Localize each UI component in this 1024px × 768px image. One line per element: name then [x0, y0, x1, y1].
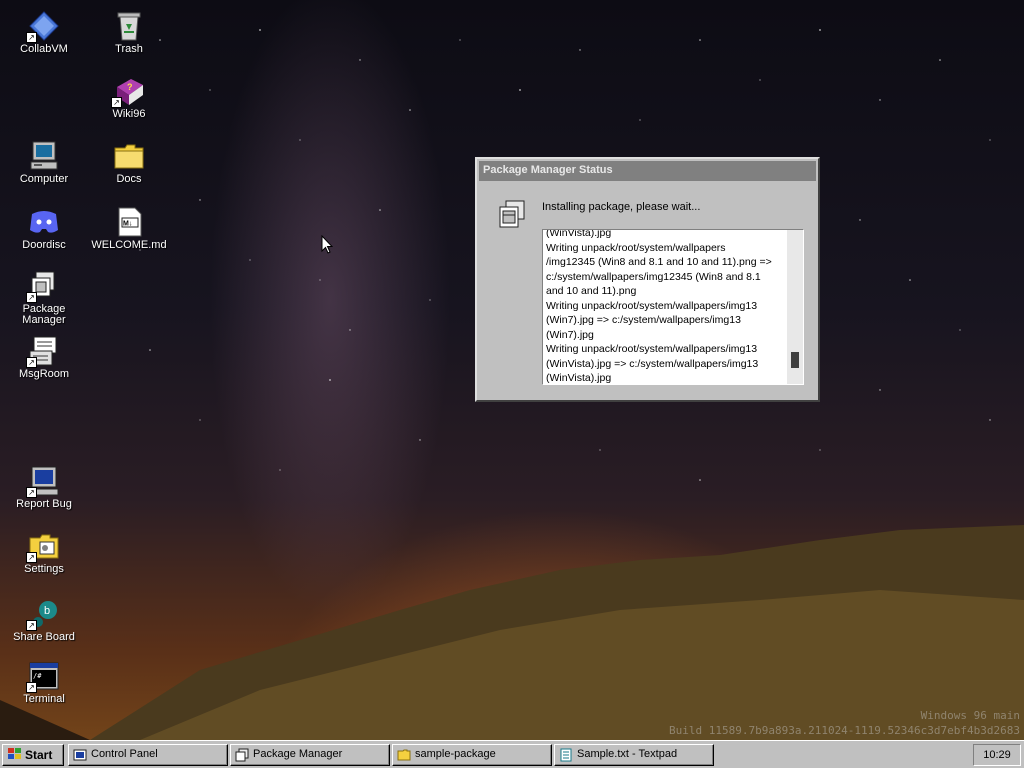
taskbar-item-label: Package Manager [253, 748, 343, 760]
log-line: (Win7).jpg => c:/system/wallpapers/img13 [546, 314, 741, 326]
desktop-icon-label: Computer [19, 173, 69, 185]
folder-icon [397, 748, 411, 762]
start-label: Start [25, 748, 53, 762]
window-titlebar[interactable]: Package Manager Status [479, 161, 816, 181]
desktop-icon-label: Settings [24, 563, 64, 575]
svg-text:b: b [44, 605, 50, 617]
desktop-icon-label: Terminal [23, 693, 65, 705]
report-bug-icon: ↗ [26, 465, 60, 498]
desktop-icon-label: MsgRoom [18, 368, 70, 380]
package-manager-icon: ↗ [26, 270, 60, 303]
scroll-thumb[interactable] [791, 352, 799, 368]
desktop-icon-wiki96[interactable]: ? ↗ Wiki96 [87, 75, 171, 120]
desktop-icon-doordisc[interactable]: Doordisc [2, 206, 86, 251]
desktop-icon-terminal[interactable]: /# ↗ Terminal [2, 660, 86, 705]
log-line: (WinVista).jpg => c:/system/wallpapers/i… [546, 357, 759, 370]
svg-text:?: ? [127, 82, 133, 92]
log-line: /img12345 (Win8 and 8.1 and 10 and 11).p… [546, 256, 772, 268]
system-tray-clock[interactable]: 10:29 [973, 744, 1021, 766]
package-icon [235, 748, 249, 762]
desktop-icon-label: Package Manager [22, 303, 66, 326]
package-manager-status-window[interactable]: Package Manager Status Installing packag… [475, 157, 820, 402]
window-title: Package Manager Status [483, 164, 613, 176]
log-line: and 10 and 11).png [546, 285, 637, 297]
mouse-cursor-icon [321, 235, 333, 254]
desktop-icon-package-manager[interactable]: ↗ Package Manager [2, 270, 86, 326]
computer-icon [28, 140, 60, 172]
settings-folder-icon: ↗ [26, 530, 60, 563]
taskbar-item-label: sample-package [415, 748, 496, 760]
package-icon [497, 199, 527, 231]
log-line: c:/system/wallpapers/img12345 (Win8 and … [546, 270, 761, 283]
clock-time: 10:29 [983, 749, 1011, 761]
desktop-icon-report-bug[interactable]: ↗ Report Bug [2, 465, 86, 510]
taskbar-item-control-panel[interactable]: Control Panel [68, 744, 228, 766]
desktop-icon-computer[interactable]: Computer [2, 140, 86, 185]
log-line: Writing unpack/root/system/wallpapers [546, 241, 726, 254]
taskbar-item-package-manager[interactable]: Package Manager [230, 744, 390, 766]
taskbar: Start Control Panel Package Manager samp… [0, 740, 1024, 768]
desktop-icon-share-board[interactable]: b ↗ Share Board [2, 598, 86, 643]
desktop-icon-trash[interactable]: Trash [87, 10, 171, 55]
log-line: (Win7).jpg [546, 328, 594, 341]
taskbar-item-label: Sample.txt - Textpad [577, 748, 678, 760]
desktop-icon-label: CollabVM [20, 43, 68, 55]
svg-text:M↓: M↓ [123, 221, 132, 228]
desktop-icon-label: Trash [115, 43, 143, 55]
start-logo-icon [8, 748, 22, 761]
install-status-text: Installing package, please wait... [542, 201, 701, 213]
watermark-edition: Windows 96 main [920, 709, 1020, 722]
folder-icon [113, 140, 145, 172]
taskbar-item-label: Control Panel [91, 748, 158, 760]
desktop-icon-settings[interactable]: ↗ Settings [2, 530, 86, 575]
install-log-lines: (WinVista).jpg Writing unpack/root/system… [545, 229, 785, 384]
desktop-icon-label: Wiki96 [112, 108, 146, 120]
control-panel-icon [73, 748, 87, 762]
desktop-icon-msgroom[interactable]: ↗ MsgRoom [2, 335, 86, 380]
log-scrollbar[interactable] [787, 230, 803, 384]
desktop-icon-label: Share Board [13, 631, 75, 643]
svg-text:/#: /# [33, 672, 42, 680]
recycle-bin-icon [113, 10, 145, 42]
install-log[interactable]: (WinVista).jpg Writing unpack/root/system… [542, 229, 804, 385]
log-line: (WinVista).jpg [546, 229, 612, 239]
watermark-build: Build 11589.7b9a893a.211024-1119.52346c3… [669, 724, 1020, 737]
log-line: Writing unpack/root/system/wallpapers/im… [546, 343, 758, 355]
collabvm-diamond-icon: ↗ [26, 10, 60, 43]
desktop-icon-label: WELCOME.md [91, 239, 167, 251]
share-board-icon: b ↗ [26, 598, 60, 631]
desktop-icon-docs[interactable]: Docs [87, 140, 171, 185]
markdown-file-icon: M↓ [113, 206, 145, 238]
log-line: (WinVista).jpg [546, 372, 612, 384]
msgroom-icon: ↗ [26, 335, 60, 368]
desktop-icon-label: Report Bug [16, 498, 72, 510]
discord-icon [28, 206, 60, 238]
taskbar-item-sample-package[interactable]: sample-package [392, 744, 552, 766]
desktop-icon-label: Docs [116, 173, 142, 185]
desktop-icon-welcome[interactable]: M↓ WELCOME.md [87, 206, 171, 251]
help-book-icon: ? ↗ [111, 75, 145, 108]
desktop-icon-label: Doordisc [22, 239, 66, 251]
build-watermark: Windows 96 main Build 11589.7b9a893a.211… [669, 708, 1020, 738]
log-line: Writing unpack/root/system/wallpapers/im… [546, 299, 758, 312]
taskbar-item-textpad[interactable]: Sample.txt - Textpad [554, 744, 714, 766]
start-button[interactable]: Start [2, 744, 64, 766]
terminal-icon: /# ↗ [26, 660, 60, 693]
textpad-icon [559, 748, 573, 762]
desktop-icon-collabvm[interactable]: ↗ CollabVM [2, 10, 86, 55]
